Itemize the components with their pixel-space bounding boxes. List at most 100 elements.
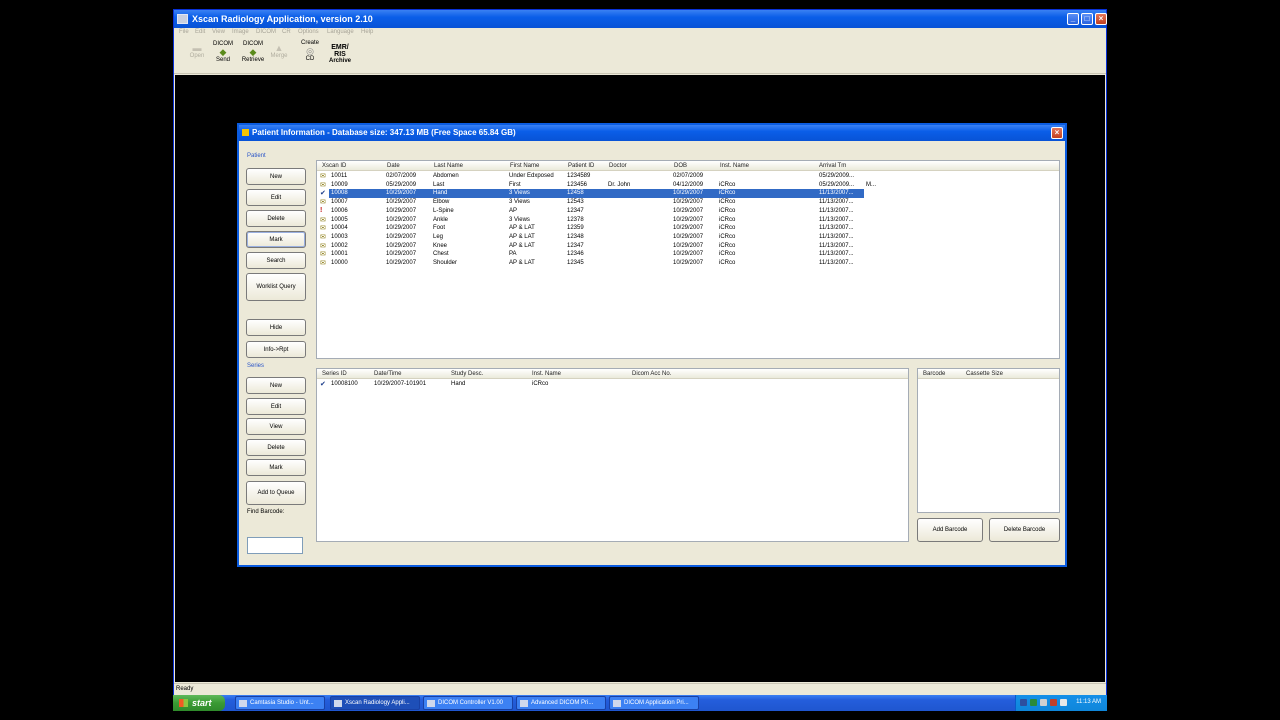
add-to-queue-button[interactable]: Add to Queue — [246, 481, 306, 505]
patient-cell-dob: 10/29/2007 — [673, 190, 704, 197]
col-date[interactable]: Date — [387, 163, 400, 169]
col-study-desc[interactable]: Study Desc. — [451, 371, 483, 377]
patient-row[interactable]: ✔ 10008 10/29/2007 Hand 3 Views 12458 10/29/20… — [317, 189, 1059, 199]
start-button[interactable]: start — [173, 695, 225, 711]
patient-new-button[interactable]: New — [246, 168, 306, 185]
record-tray-icon[interactable] — [1050, 699, 1057, 706]
menu-image[interactable]: Image — [232, 29, 249, 35]
patient-cell-pid: 12359 — [567, 225, 584, 232]
info-rpt-button[interactable]: Info->Rpt — [246, 341, 306, 358]
col-dob[interactable]: DOB — [674, 163, 687, 169]
merge-button[interactable]: ▲ Merge — [268, 44, 290, 60]
menu-help[interactable]: Help — [361, 29, 373, 35]
task-dicom-application[interactable]: DICOM Application Pri... — [609, 696, 699, 710]
hide-button[interactable]: Hide — [246, 319, 306, 336]
patient-cell-inst: iCRco — [719, 199, 736, 206]
menu-dicom[interactable]: DICOM — [256, 29, 276, 35]
patient-row[interactable]: ✉ 10007 10/29/2007 Elbow 3 Views 12543 10/29/2… — [317, 198, 1059, 207]
col-dicom-acc[interactable]: Dicom Acc No. — [632, 371, 671, 377]
patient-cell-dob: 10/29/2007 — [673, 216, 704, 223]
dicom-send-button[interactable]: DICOM ◆ Send — [212, 41, 234, 64]
series-delete-button[interactable]: Delete — [246, 439, 306, 456]
patient-cell-last: Leg — [433, 233, 444, 240]
maximize-button[interactable]: □ — [1081, 13, 1093, 25]
envelope-icon: ✉ — [320, 251, 326, 259]
col-first-name[interactable]: First Name — [510, 163, 539, 169]
menu-language[interactable]: Language — [327, 29, 354, 35]
col-inst-name[interactable]: Inst. Name — [720, 163, 749, 169]
patient-cell-pid: 12348 — [567, 233, 584, 240]
retrieve-arrow-icon: ◆ — [249, 47, 257, 57]
patient-cell-arrival: 11/13/2007... — [819, 199, 854, 206]
menu-edit[interactable]: Edit — [195, 29, 205, 35]
series-view-button[interactable]: View — [246, 418, 306, 435]
task-dicom-controller[interactable]: DICOM Controller V1.00 — [423, 696, 513, 710]
envelope-icon: ✉ — [320, 242, 326, 250]
menu-options[interactable]: Options — [298, 29, 319, 35]
barcode-list[interactable]: Barcode Cassette Size — [917, 368, 1060, 513]
add-barcode-button[interactable]: Add Barcode — [917, 518, 983, 542]
open-button[interactable]: ▬ Open — [186, 44, 208, 60]
patient-cell-id: 10004 — [331, 225, 348, 232]
patient-row[interactable]: ✉ 10011 02/07/2009 Abdomen Under Edxposed 123… — [317, 172, 1059, 181]
col-patient-id[interactable]: Patient ID — [568, 163, 594, 169]
taskbar: start Camtasia Studio - Unt... Xscan Rad… — [173, 695, 1107, 711]
patient-row[interactable]: ✉ 10005 10/29/2007 Ankle 3 Views 12378 10/29/2… — [317, 216, 1059, 225]
patient-row[interactable]: ✉ 10001 10/29/2007 Chest PA 12346 10/29/2007 iC… — [317, 250, 1059, 259]
network-tray-icon[interactable] — [1030, 699, 1037, 706]
col-barcode[interactable]: Barcode — [923, 371, 945, 377]
patient-cell-last: Elbow — [433, 199, 450, 206]
patient-row[interactable]: ! 10006 10/29/2007 L-Spine AP 12347 10/29/2007… — [317, 207, 1059, 216]
menu-cr[interactable]: CR — [282, 29, 291, 35]
main-titlebar[interactable]: Xscan Radiology Application, version 2.1… — [174, 10, 1107, 28]
patient-mark-button[interactable]: Mark — [246, 231, 306, 248]
dicom-retrieve-button[interactable]: DICOM ◆ Retrieve — [240, 41, 266, 64]
patient-row[interactable]: ✉ 10004 10/29/2007 Foot AP & LAT 12359 10/29/2… — [317, 224, 1059, 233]
series-mark-button[interactable]: Mark — [246, 459, 306, 476]
find-barcode-input[interactable] — [247, 537, 303, 554]
volume-tray-icon[interactable] — [1040, 699, 1047, 706]
patient-delete-button[interactable]: Delete — [246, 210, 306, 227]
patient-row[interactable]: ✉ 10009 05/29/2009 Last First 123456 Dr. John 0… — [317, 181, 1059, 190]
create-cd-button[interactable]: Create ◎ CD — [298, 40, 322, 63]
col-xscan-id[interactable]: Xscan ID — [322, 163, 346, 169]
patient-row[interactable]: ✉ 10003 10/29/2007 Leg AP & LAT 12348 10/29/20… — [317, 233, 1059, 242]
close-button[interactable]: × — [1095, 13, 1107, 25]
worklist-query-button[interactable]: Worklist Query — [246, 273, 306, 301]
patient-cell-arrival: 11/13/2007... — [819, 260, 854, 266]
col-series-id[interactable]: Series ID — [322, 371, 347, 377]
barcode-list-header: Barcode Cassette Size — [918, 369, 1059, 379]
series-edit-button[interactable]: Edit — [246, 398, 306, 415]
patient-cell-first: AP & LAT — [509, 233, 535, 240]
xscan-icon — [334, 700, 342, 707]
menu-file[interactable]: File — [179, 29, 189, 35]
patient-cell-pid: 12346 — [567, 251, 584, 258]
menubar: File Edit View Image DICOM CR Options La… — [174, 28, 1106, 38]
patient-search-button[interactable]: Search — [246, 252, 306, 269]
series-list[interactable]: Series ID Date/Time Study Desc. Inst. Na… — [316, 368, 909, 542]
delete-barcode-button[interactable]: Delete Barcode — [989, 518, 1060, 542]
col-doctor[interactable]: Doctor — [609, 163, 627, 169]
patient-row[interactable]: ✉ 10002 10/29/2007 Knee AP & LAT 12347 10/29/2… — [317, 242, 1059, 251]
emr-ris-archive-button[interactable]: EMR/ RIS Archive — [326, 44, 354, 65]
minimize-button[interactable]: _ — [1067, 13, 1079, 25]
help-tray-icon[interactable] — [1020, 699, 1027, 706]
col-date-time[interactable]: Date/Time — [374, 371, 401, 377]
dialog-close-button[interactable]: × — [1051, 127, 1063, 139]
patient-row[interactable]: ✉ 10000 10/29/2007 Shoulder AP & LAT 12345 10/… — [317, 259, 1059, 268]
col-last-name[interactable]: Last Name — [434, 163, 463, 169]
patient-list[interactable]: Xscan ID Date Last Name First Name Patie… — [316, 160, 1060, 359]
patient-edit-button[interactable]: Edit — [246, 189, 306, 206]
dialog-titlebar[interactable]: Patient Information - Database size: 347… — [239, 125, 1065, 141]
patient-cell-dob: 10/29/2007 — [673, 251, 704, 258]
col-series-inst-name[interactable]: Inst. Name — [532, 371, 561, 377]
task-camtasia[interactable]: Camtasia Studio - Unt... — [235, 696, 325, 710]
menu-view[interactable]: View — [212, 29, 225, 35]
series-row[interactable]: ✔ 10008100 10/29/2007-101901 Hand iCRco — [317, 380, 908, 389]
tray-app-icon[interactable] — [1060, 699, 1067, 706]
col-arrival[interactable]: Arrival Tm — [819, 163, 846, 169]
series-new-button[interactable]: New — [246, 377, 306, 394]
task-xscan[interactable]: Xscan Radiology Appli... — [330, 696, 420, 710]
task-advanced-dicom[interactable]: Advanced DICOM Pri... — [516, 696, 606, 710]
col-cassette-size[interactable]: Cassette Size — [966, 371, 1003, 377]
